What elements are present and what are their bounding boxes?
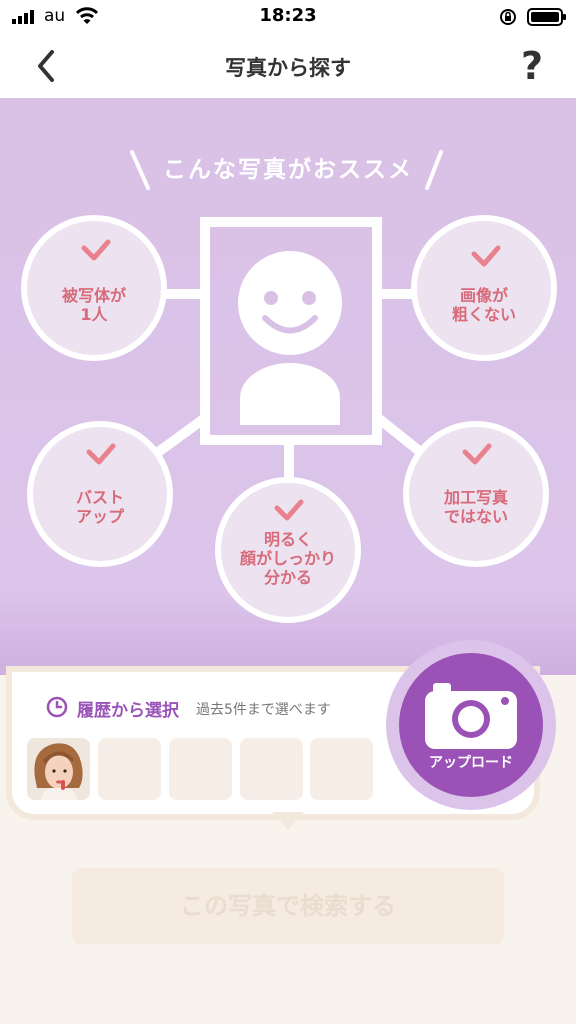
- history-slot-empty[interactable]: [310, 738, 373, 800]
- history-thumbnail[interactable]: [27, 738, 90, 800]
- history-title: 履歴から選択: [77, 701, 179, 721]
- tip-not-edited: 加工写真 ではない: [443, 488, 508, 526]
- upload-label: アップロード: [429, 755, 513, 771]
- history-slot-empty[interactable]: [98, 738, 161, 800]
- nav-bar: 写真から探す ?: [0, 34, 576, 98]
- camera-icon: [425, 683, 517, 749]
- history-slot-empty[interactable]: [169, 738, 232, 800]
- battery-icon: [527, 8, 566, 26]
- tip-bright-face: 明るく 顔がしっかり 分かる: [239, 530, 336, 587]
- clock-time: 18:23: [259, 5, 317, 26]
- history-slot-empty[interactable]: [240, 738, 303, 800]
- portrait-photo: [27, 738, 90, 800]
- page-title: 写真から探す: [225, 56, 351, 80]
- person-icon: [238, 251, 342, 425]
- recommendation-title: こんな写真がおススメ: [163, 157, 413, 183]
- recommendation-panel: こんな写真がおススメ 被写体が 1人 画像が 粗くない バスト アップ 加工写真…: [0, 98, 576, 675]
- tip-single-subject: 被写体が 1人: [61, 286, 126, 324]
- recommendation-illustration: [21, 150, 557, 623]
- search-with-photo-button[interactable]: この写真で検索する: [72, 868, 504, 944]
- history-note: 過去5件まで選べます: [196, 702, 331, 718]
- tip-not-blurry: 画像が 粗くない: [451, 286, 516, 324]
- help-button[interactable]: ?: [510, 44, 554, 88]
- orientation-lock-icon: [500, 9, 516, 25]
- tip-bust-up: バスト アップ: [75, 488, 124, 526]
- status-bar: au 18:23: [0, 0, 576, 34]
- history-panel-pointer: [272, 812, 304, 830]
- clock-icon: [46, 696, 68, 718]
